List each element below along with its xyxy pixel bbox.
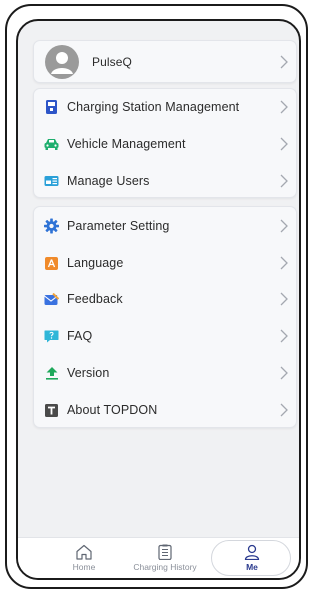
settings-card: Parameter Setting Language Feedback FAQ (33, 206, 297, 428)
phone-screen: PulseQ Charging Station Management Vehic… (16, 19, 301, 580)
language-icon (44, 256, 59, 271)
menu-label: Parameter Setting (67, 219, 170, 233)
menu-label: Language (67, 256, 124, 270)
charging-station-icon (44, 100, 59, 115)
tab-label: Charging History (133, 562, 197, 572)
chevron-right-icon (280, 55, 288, 69)
menu-item-vehicle-management[interactable]: Vehicle Management (34, 126, 296, 162)
menu-item-manage-users[interactable]: Manage Users (34, 163, 296, 199)
chevron-right-icon (280, 100, 288, 114)
chevron-right-icon (280, 174, 288, 188)
person-icon (244, 544, 260, 560)
faq-icon (44, 329, 59, 344)
feedback-icon (44, 292, 59, 307)
chevron-right-icon (280, 137, 288, 151)
chevron-right-icon (280, 292, 288, 306)
menu-label: Version (67, 366, 110, 380)
history-list-icon (158, 544, 172, 560)
management-card: Charging Station Management Vehicle Mana… (33, 88, 297, 198)
menu-label: Vehicle Management (67, 137, 186, 151)
chevron-right-icon (280, 219, 288, 233)
home-icon (76, 544, 92, 560)
tab-charging-history[interactable]: Charging History (124, 538, 206, 578)
menu-item-version[interactable]: Version (34, 355, 296, 391)
profile-name: PulseQ (92, 55, 132, 69)
bottom-tab-bar: Home Charging History Me (18, 537, 299, 578)
chevron-right-icon (280, 366, 288, 380)
avatar (45, 45, 79, 79)
menu-label: About TOPDON (67, 403, 158, 417)
user-silhouette-icon (51, 52, 73, 74)
about-icon (44, 403, 59, 418)
tab-me[interactable]: Me (230, 538, 274, 578)
menu-label: Charging Station Management (67, 100, 240, 114)
tab-label: Home (72, 562, 96, 572)
menu-item-parameter-setting[interactable]: Parameter Setting (34, 208, 296, 244)
tab-label: Me (246, 562, 258, 572)
gear-icon (44, 218, 59, 234)
profile-card: PulseQ (33, 40, 297, 83)
menu-label: FAQ (67, 329, 93, 343)
chevron-right-icon (280, 329, 288, 343)
menu-item-language[interactable]: Language (34, 245, 296, 281)
menu-item-faq[interactable]: FAQ (34, 318, 296, 354)
menu-item-charging-station-management[interactable]: Charging Station Management (34, 89, 296, 125)
chevron-right-icon (280, 403, 288, 417)
version-upload-icon (44, 366, 59, 381)
profile-row[interactable]: PulseQ (34, 44, 296, 80)
tab-home[interactable]: Home (58, 538, 110, 578)
menu-label: Manage Users (67, 174, 150, 188)
users-icon (44, 174, 59, 189)
menu-item-about[interactable]: About TOPDON (34, 392, 296, 428)
car-icon (44, 137, 59, 152)
menu-label: Feedback (67, 292, 123, 306)
chevron-right-icon (280, 256, 288, 270)
menu-item-feedback[interactable]: Feedback (34, 281, 296, 317)
